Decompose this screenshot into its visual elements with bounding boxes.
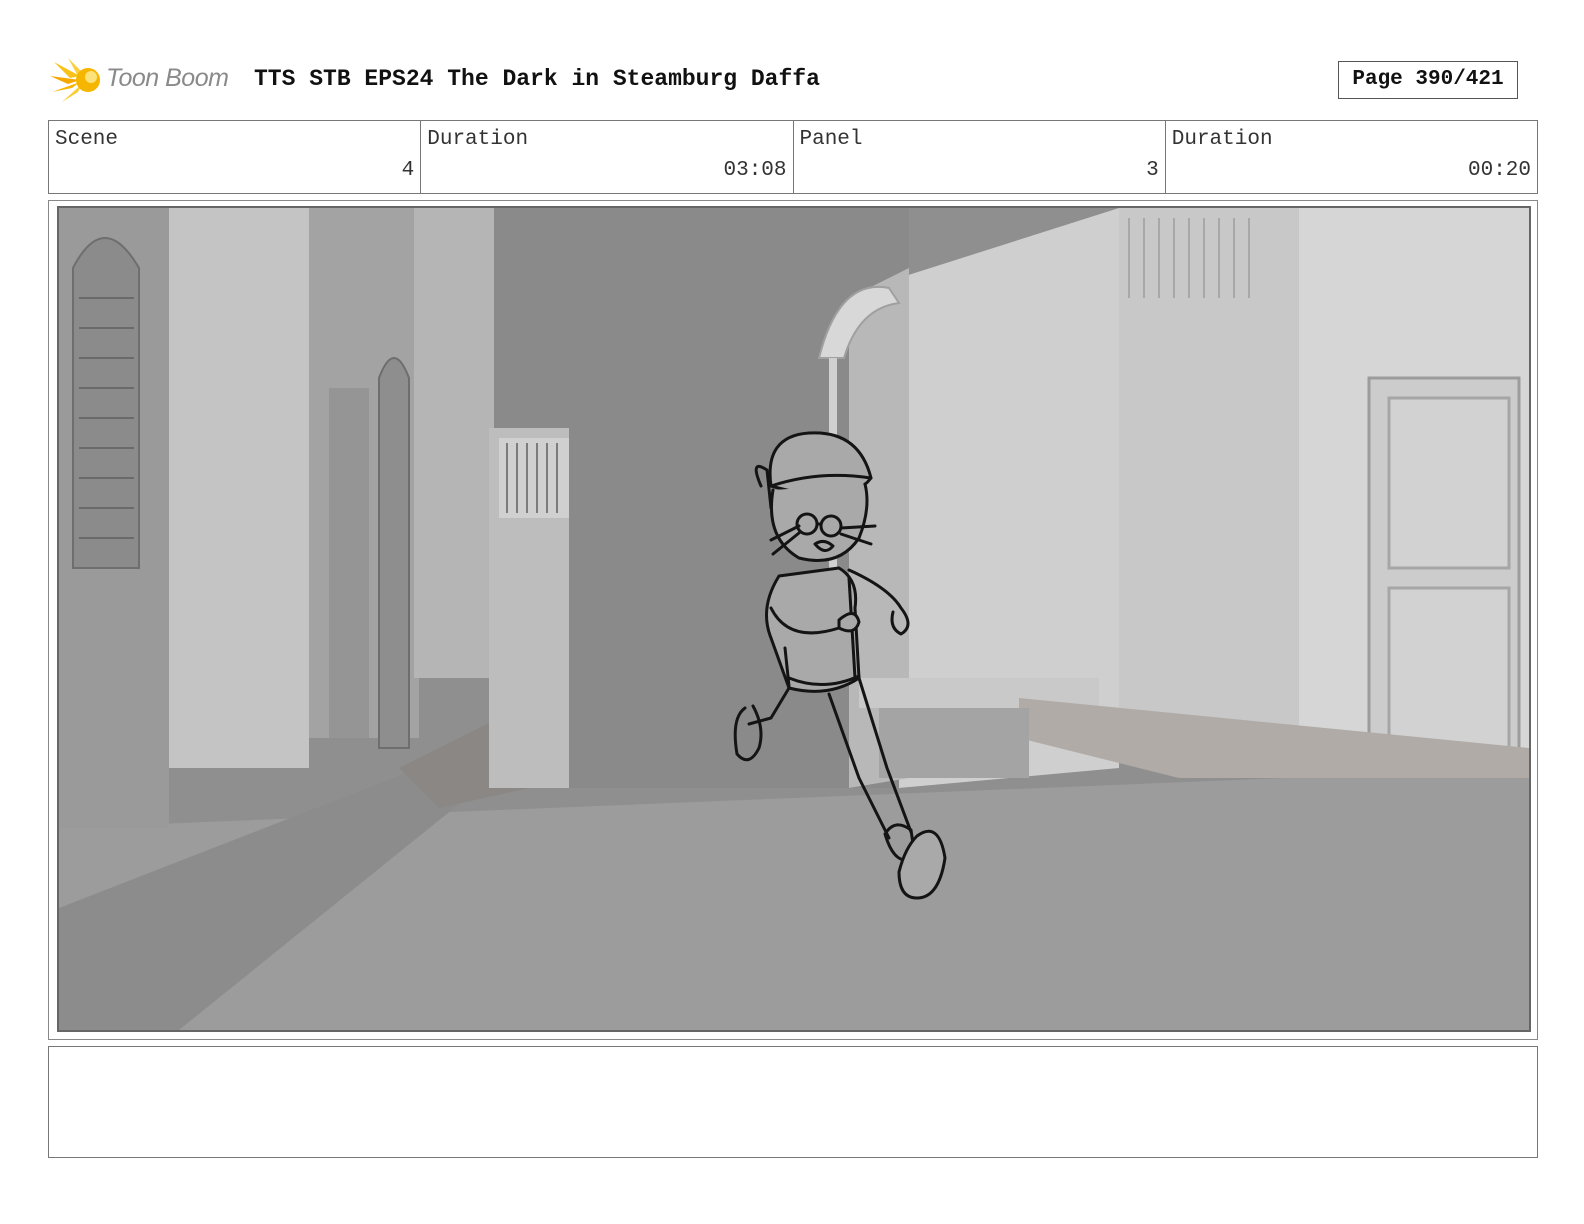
document-title: TTS STB EPS24 The Dark in Steamburg Daff… bbox=[254, 66, 820, 92]
page-indicator: Page 390/421 bbox=[1338, 61, 1518, 99]
logo-text: Toon Boom bbox=[106, 64, 229, 92]
street-scene-illustration bbox=[59, 208, 1529, 1030]
panel-duration-value: 00:20 bbox=[1467, 159, 1531, 182]
toon-boom-logo: Toon Boom bbox=[50, 56, 240, 104]
starburst-icon bbox=[50, 58, 100, 102]
scene-cell: Scene 4 bbox=[49, 121, 422, 193]
panel-duration-label: Duration bbox=[1171, 128, 1273, 151]
panel-notes-box[interactable] bbox=[48, 1046, 1538, 1158]
panel-duration-cell: Duration 00:20 bbox=[1166, 121, 1537, 193]
panel-cell: Panel 3 bbox=[794, 121, 1166, 193]
scene-duration-cell: Duration 03:08 bbox=[421, 121, 794, 193]
scene-duration-value: 03:08 bbox=[723, 159, 787, 182]
panel-value: 3 bbox=[1146, 159, 1159, 182]
scene-duration-label: Duration bbox=[427, 128, 529, 151]
panel-artwork bbox=[57, 206, 1531, 1032]
storyboard-header: Toon Boom TTS STB EPS24 The Dark in Stea… bbox=[48, 56, 1538, 104]
scene-info-row: Scene 4 Duration 03:08 Panel 3 Duration … bbox=[48, 120, 1538, 194]
panel-label: Panel bbox=[799, 128, 863, 151]
storyboard-panel-frame bbox=[48, 200, 1538, 1040]
scene-value: 4 bbox=[401, 159, 415, 182]
scene-label: Scene bbox=[55, 128, 119, 151]
